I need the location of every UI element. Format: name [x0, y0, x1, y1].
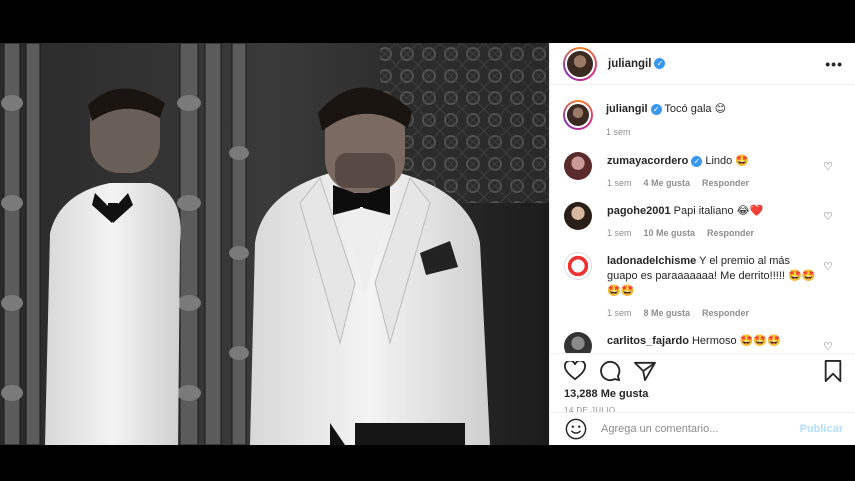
comment-input[interactable]	[601, 423, 800, 435]
comment-like-heart-icon[interactable]: ♡	[823, 260, 833, 273]
more-options-icon[interactable]: •••	[825, 56, 843, 72]
comment-time[interactable]: 1 sem	[607, 176, 632, 191]
commenter-avatar[interactable]	[564, 332, 592, 353]
comment-likes[interactable]: 8 Me gusta	[644, 306, 691, 321]
publish-button[interactable]: Publicar	[800, 423, 843, 435]
comment-username[interactable]: ladonadelchisme	[607, 255, 696, 267]
commenter-avatar[interactable]	[564, 252, 592, 280]
author-username[interactable]: juliangil	[608, 58, 651, 70]
caption-text: Tocó gala 😊	[664, 103, 727, 115]
comment-username[interactable]: carlitos_fajardo	[607, 335, 689, 347]
comment-item: pagohe2001 Papi italiano 😂❤️ 1 sem 10 Me…	[550, 202, 855, 241]
post-photo[interactable]	[0, 43, 549, 445]
commenter-avatar[interactable]	[564, 202, 592, 230]
caption-time[interactable]: 1 sem	[606, 125, 631, 140]
reply-button[interactable]: Responder	[707, 226, 754, 241]
comment-text: Hermoso 🤩🤩🤩	[691, 335, 781, 347]
comment-like-heart-icon[interactable]: ♡	[823, 210, 833, 223]
comment-text: Lindo 🤩	[705, 155, 750, 167]
commenter-avatar[interactable]	[564, 152, 592, 180]
comment-username[interactable]: zumayacordero	[607, 155, 688, 167]
caption-avatar[interactable]	[563, 100, 593, 130]
verified-badge-icon: ✓	[650, 103, 662, 115]
comment-icon[interactable]	[599, 360, 621, 382]
caption-username[interactable]: juliangil	[606, 103, 648, 115]
post-header: juliangil ✓ •••	[550, 43, 855, 85]
comment-item: carlitos_fajardo Hermoso 🤩🤩🤩 ♡	[550, 332, 855, 353]
heart-icon[interactable]	[564, 361, 586, 381]
post-actions: 13,288 Me gusta 14 DE JULIO	[550, 353, 855, 415]
author-avatar[interactable]	[563, 46, 597, 81]
comment-composer: Publicar	[550, 412, 855, 445]
comment-like-heart-icon[interactable]: ♡	[823, 160, 833, 173]
instagram-post-modal: juliangil ✓ ••• juliangil ✓ Tocó gala 😊 1…	[0, 43, 855, 445]
comment-time[interactable]: 1 sem	[607, 226, 632, 241]
comment-item: zumayacordero ✓ Lindo 🤩 1 sem 4 Me gusta …	[550, 152, 855, 191]
comment-likes[interactable]: 4 Me gusta	[644, 176, 691, 191]
comment-like-heart-icon[interactable]: ♡	[823, 340, 833, 353]
comment-time[interactable]: 1 sem	[607, 306, 632, 321]
bookmark-icon[interactable]	[823, 360, 843, 382]
comment-item: ladonadelchisme Y el premio al más guapo…	[550, 252, 855, 321]
post-side-panel: juliangil ✓ ••• juliangil ✓ Tocó gala 😊 1…	[549, 43, 855, 445]
reply-button[interactable]: Responder	[702, 176, 749, 191]
like-count[interactable]: 13,288 Me gusta	[564, 388, 843, 400]
emoji-icon[interactable]	[565, 418, 587, 440]
verified-badge-icon: ✓	[691, 155, 703, 167]
reply-button[interactable]: Responder	[702, 306, 749, 321]
verified-badge-icon: ✓	[654, 58, 666, 69]
comment-text: Papi italiano 😂❤️	[673, 205, 764, 217]
comment-username[interactable]: pagohe2001	[607, 205, 671, 217]
comments-list[interactable]: juliangil ✓ Tocó gala 😊 1 sem zumayacorde…	[550, 85, 855, 353]
comment-likes[interactable]: 10 Me gusta	[644, 226, 696, 241]
share-icon[interactable]	[634, 361, 656, 381]
caption: juliangil ✓ Tocó gala 😊 1 sem	[550, 100, 855, 140]
